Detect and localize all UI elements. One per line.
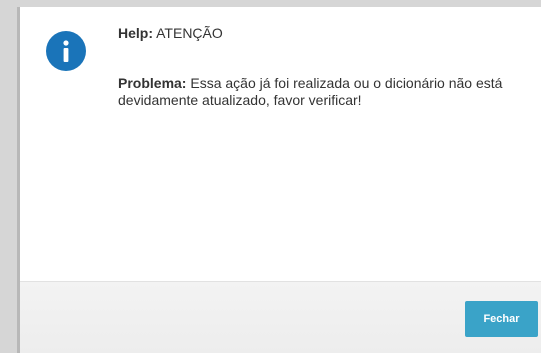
problem-line: Problema: Essa ação já foi realizada ou … xyxy=(118,75,528,109)
help-label: Help: xyxy=(118,25,153,41)
close-button[interactable]: Fechar xyxy=(465,301,538,337)
problem-label: Problema: xyxy=(118,75,187,91)
dialog-message: Help: ATENÇÃO Problema: Essa ação já foi… xyxy=(118,25,528,109)
dialog-footer: Fechar xyxy=(20,281,541,353)
help-dialog: Help: ATENÇÃO Problema: Essa ação já foi… xyxy=(17,7,541,353)
help-line: Help: ATENÇÃO xyxy=(118,25,528,42)
help-text: ATENÇÃO xyxy=(156,25,223,41)
info-icon xyxy=(46,31,86,71)
